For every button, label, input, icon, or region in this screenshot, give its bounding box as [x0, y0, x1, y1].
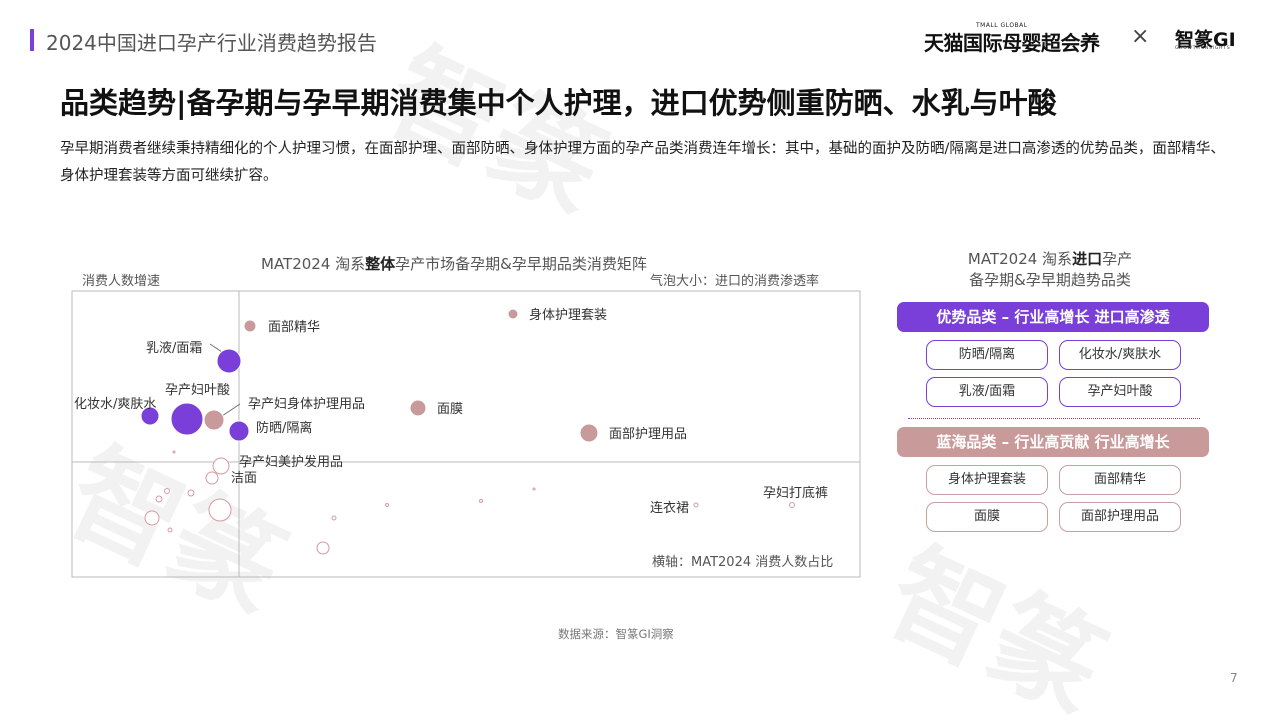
blue-ocean-item: 身体护理套装: [926, 465, 1048, 495]
side-title-bold: 进口: [1072, 250, 1103, 268]
unlabeled-bubble-3: [144, 510, 160, 526]
bubble-9: [212, 457, 230, 475]
data-source: 数据来源：智篆GI洞察: [558, 627, 674, 641]
blue-ocean-category-header: 蓝海品类 – 行业高贡献 行业高增长: [897, 427, 1209, 457]
bubble-label-7: 面膜: [437, 402, 463, 417]
bubble-10: [205, 471, 219, 485]
bubble-label-8: 面部护理用品: [609, 427, 687, 442]
unlabeled-bubble-4: [208, 498, 232, 522]
side-title-line1: MAT2024 淘系进口孕产: [900, 249, 1200, 270]
bubble-label-6: 防晒/隔离: [256, 420, 312, 436]
bubble-3: [170, 402, 204, 436]
bubble-label-12: 孕妇打底裤: [763, 485, 828, 501]
unlabeled-bubble-2: [187, 489, 195, 497]
blue-ocean-item: 面部护理用品: [1059, 502, 1181, 532]
unlabeled-bubble-7: [331, 515, 337, 521]
leader-line-5: [221, 403, 241, 417]
side-title-post: 孕产: [1102, 250, 1133, 268]
bubble-label-4: 化妆水/爽肤水: [74, 397, 156, 412]
bubble-1: [507, 308, 519, 320]
bubble-2: [216, 348, 242, 374]
advantage-category-header: 优势品类 – 行业高增长 进口高渗透: [897, 302, 1209, 332]
bubble-5: [203, 409, 225, 431]
blue-ocean-item: 面膜: [926, 502, 1048, 532]
side-title-pre: MAT2024 淘系: [967, 250, 1073, 268]
side-panel-title: MAT2024 淘系进口孕产 备孕期&孕早期趋势品类: [900, 249, 1200, 291]
side-title-line2: 备孕期&孕早期趋势品类: [969, 271, 1131, 289]
section-divider: [908, 418, 1200, 419]
advantage-item: 化妆水/爽肤水: [1059, 340, 1181, 370]
bubble-label-0: 面部精华: [268, 320, 320, 335]
bubble-label-11: 连衣裙: [650, 500, 689, 516]
bubble-label-9: 孕产妇美护发用品: [239, 454, 343, 470]
unlabeled-bubble-9: [479, 499, 483, 503]
unlabeled-bubble-10: [172, 450, 176, 454]
advantage-item: 乳液/面霜: [926, 377, 1048, 407]
unlabeled-bubble-6: [316, 541, 330, 555]
advantage-item: 防晒/隔离: [926, 340, 1048, 370]
bubble-12: [789, 502, 795, 508]
unlabeled-bubble-11: [532, 487, 536, 491]
page-number: 7: [1230, 671, 1238, 685]
unlabeled-bubble-0: [155, 495, 163, 503]
advantage-item: 孕产妇叶酸: [1059, 377, 1181, 407]
unlabeled-bubble-5: [167, 527, 173, 533]
unlabeled-bubble-8: [385, 503, 389, 507]
blue-ocean-item: 面部精华: [1059, 465, 1181, 495]
leader-line-2: [209, 343, 223, 353]
unlabeled-bubble-1: [164, 488, 170, 494]
bubble-label-3: 孕产妇叶酸: [165, 382, 230, 398]
bubble-label-2: 乳液/面霜: [146, 341, 202, 356]
bubble-6: [228, 420, 250, 442]
bubble-label-5: 孕产妇身体护理用品: [248, 396, 365, 412]
bubble-11: [693, 502, 699, 508]
bubble-label-1: 身体护理套装: [529, 307, 607, 323]
bubble-8: [579, 423, 599, 443]
bubble-7: [409, 399, 427, 417]
bubble-label-10: 洁面: [231, 471, 257, 486]
bubble-0: [243, 319, 257, 333]
